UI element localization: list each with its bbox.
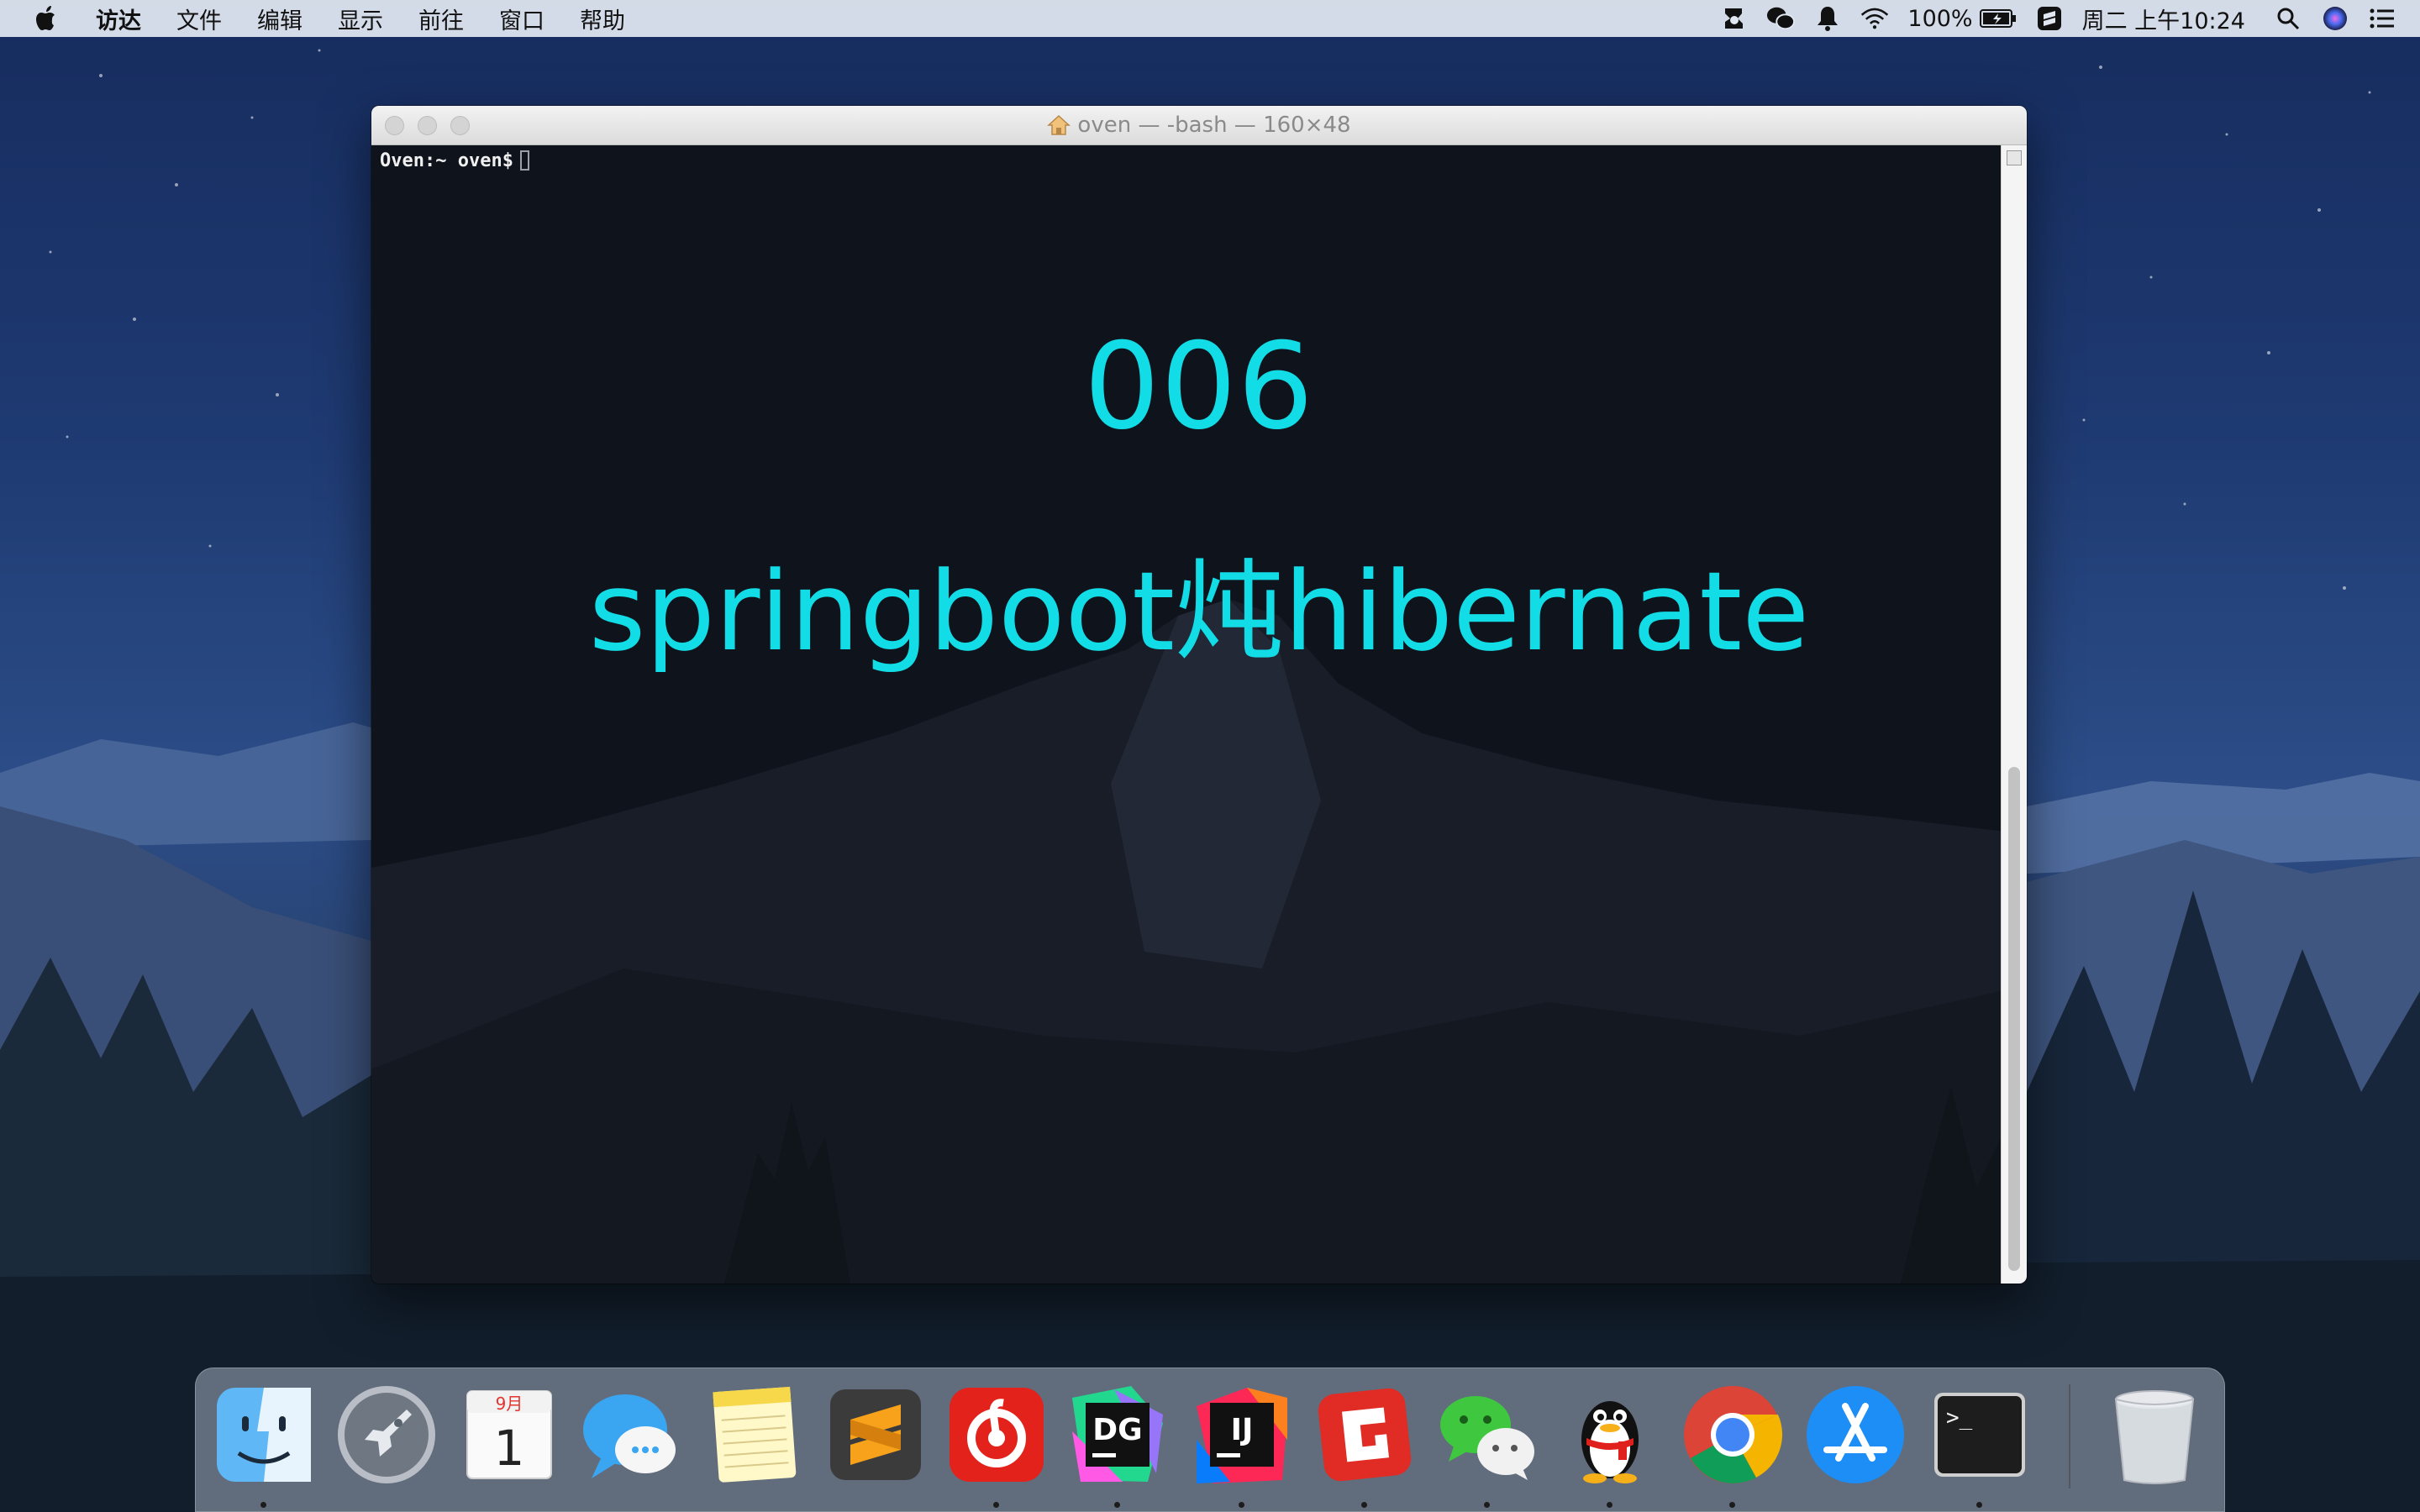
qq-icon[interactable] (1556, 1381, 1664, 1488)
sublime-status-icon[interactable] (2035, 4, 2064, 33)
menu-edit[interactable]: 编辑 (257, 3, 302, 35)
shell-prompt[interactable]: Oven:~ oven$ (380, 150, 529, 171)
finder-icon[interactable] (210, 1381, 318, 1488)
netease-running-indicator (993, 1502, 999, 1508)
apple-menu-icon[interactable] (32, 0, 62, 37)
chrome-running-indicator (1729, 1502, 1735, 1508)
intellij-label: IJ (1231, 1413, 1254, 1447)
sublime-text-icon[interactable] (822, 1381, 929, 1488)
video-title: springboot炖hibernate (588, 548, 1810, 675)
spotlight-search-icon[interactable] (2274, 4, 2302, 33)
notification-center-icon[interactable] (2368, 4, 2396, 33)
gitify-icon[interactable] (1311, 1381, 1418, 1488)
datagrip-icon[interactable]: DG (1064, 1381, 1171, 1488)
siri-icon[interactable] (2321, 4, 2349, 33)
terminal-icon-glyph: >_ (1946, 1405, 1973, 1431)
datagrip-label: DG (1092, 1413, 1142, 1447)
dock-separator (2069, 1384, 2070, 1488)
calendar-day: 1 (494, 1420, 525, 1477)
wechat-running-indicator (1484, 1502, 1490, 1508)
menu-help[interactable]: 帮助 (580, 3, 625, 35)
terminal-running-indicator (1976, 1502, 1982, 1508)
datagrip-running-indicator (1114, 1502, 1120, 1508)
intellij-idea-icon[interactable]: IJ (1188, 1381, 1296, 1488)
menu-file[interactable]: 文件 (176, 3, 222, 35)
trash-icon[interactable] (2101, 1381, 2208, 1488)
terminal-window[interactable]: oven — -bash — 160×48 Oven:~ oven$ 006 s… (371, 106, 2027, 1284)
messages-icon[interactable] (576, 1381, 684, 1488)
vertical-scrollbar[interactable] (2001, 145, 2027, 1284)
wechat-status-icon[interactable] (1766, 4, 1796, 33)
netease-music-icon[interactable] (943, 1381, 1050, 1488)
menu-view[interactable]: 显示 (338, 3, 383, 35)
calendar-icon[interactable]: 9月 1 (455, 1381, 563, 1488)
wifi-icon[interactable] (1860, 4, 1889, 33)
gitify-status-icon[interactable] (1719, 4, 1748, 33)
wechat-icon[interactable] (1434, 1381, 1541, 1488)
launchpad-icon[interactable] (333, 1381, 440, 1488)
menu-finder[interactable]: 访达 (96, 3, 141, 35)
notification-bell-icon[interactable] (1813, 4, 1842, 33)
intellij-running-indicator (1239, 1502, 1244, 1508)
window-titlebar[interactable]: oven — -bash — 160×48 (371, 106, 2027, 145)
chrome-icon[interactable] (1679, 1381, 1786, 1488)
app-store-icon[interactable] (1802, 1381, 1909, 1488)
notes-icon[interactable] (701, 1381, 808, 1488)
window-title: oven — -bash — 160×48 (1077, 113, 1351, 138)
terminal-icon[interactable]: >_ (1926, 1381, 2033, 1488)
scrollbar-thumb[interactable] (2008, 767, 2020, 1271)
text-cursor (519, 150, 529, 171)
calendar-month: 9月 (496, 1394, 523, 1414)
menu-window[interactable]: 窗口 (499, 3, 544, 35)
battery-icon[interactable] (1979, 4, 2017, 33)
clock[interactable]: 周二 上午10:24 (2082, 3, 2245, 35)
prompt-text: Oven:~ oven$ (380, 150, 513, 171)
terminal-content[interactable]: Oven:~ oven$ 006 springboot炖hibernate (371, 145, 2027, 1284)
scroll-marks-icon[interactable] (2007, 150, 2022, 165)
menu-bar: 访达 文件 编辑 显示 前往 窗口 帮助 100% 周二 上午10:24 (0, 0, 2420, 37)
battery-percent: 100% (1907, 5, 1973, 32)
menu-go[interactable]: 前往 (418, 3, 464, 35)
gitify-running-indicator (1361, 1502, 1367, 1508)
qq-running-indicator (1607, 1502, 1612, 1508)
finder-running-indicator (260, 1502, 266, 1508)
video-episode-number: 006 (1083, 318, 1315, 456)
home-folder-icon (1047, 114, 1071, 136)
terminal-background-image (371, 599, 2027, 1284)
